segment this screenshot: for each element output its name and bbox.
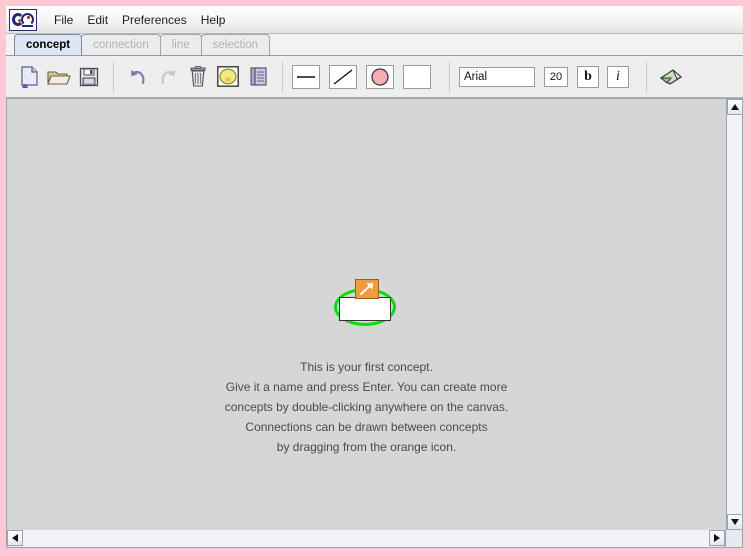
menu-item-preferences[interactable]: Preferences — [115, 10, 194, 30]
font-family-input[interactable]: Arial — [459, 67, 535, 87]
hint-line-4: Connections can be drawn between concept… — [7, 417, 726, 437]
first-concept-node[interactable] — [334, 277, 400, 329]
horizontal-scrollbar[interactable] — [6, 530, 726, 548]
toolbar-file-group — [14, 56, 104, 97]
scroll-down-arrow-icon[interactable] — [727, 514, 743, 530]
app-logo-icon — [9, 9, 37, 31]
tab-bar: concept connection line selection — [6, 34, 743, 56]
notes-icon[interactable] — [243, 62, 273, 92]
toolbar-separator-4 — [646, 62, 647, 92]
new-document-icon[interactable] — [14, 62, 44, 92]
redo-icon[interactable] — [153, 62, 183, 92]
bold-button[interactable]: b — [577, 66, 599, 88]
drag-connection-arrow-icon[interactable] — [355, 279, 379, 299]
pen-arrow-icon[interactable] — [656, 62, 686, 92]
toolbar-separator-3 — [449, 62, 450, 92]
palette-icon[interactable] — [213, 62, 243, 92]
toolbar-pen-group — [656, 56, 686, 97]
horizontal-scroll-track[interactable] — [23, 530, 709, 547]
toolbar-shape-group — [292, 56, 440, 97]
concept-body-rect — [339, 297, 391, 321]
italic-button[interactable]: i — [607, 66, 629, 88]
fill-color-icon[interactable] — [366, 65, 394, 89]
undo-icon[interactable] — [123, 62, 153, 92]
menu-item-file[interactable]: File — [47, 10, 80, 30]
window-content: File Edit Preferences Help concept conne… — [6, 6, 743, 548]
scroll-up-arrow-icon[interactable] — [727, 99, 743, 115]
application-window: File Edit Preferences Help concept conne… — [0, 0, 751, 556]
tab-concept[interactable]: concept — [14, 34, 82, 55]
menu-item-help[interactable]: Help — [194, 10, 233, 30]
horizontal-line-icon[interactable] — [292, 65, 320, 89]
open-folder-icon[interactable] — [44, 62, 74, 92]
diagram-canvas[interactable]: This is your first concept. Give it a na… — [6, 98, 726, 530]
hint-line-1: This is your first concept. — [7, 357, 726, 377]
hint-line-3: concepts by double-clicking anywhere on … — [7, 397, 726, 417]
horizontal-scrollbar-row — [6, 530, 743, 548]
tab-line[interactable]: line — [160, 34, 202, 55]
canvas-hint-text: This is your first concept. Give it a na… — [7, 357, 726, 457]
tab-connection[interactable]: connection — [81, 34, 161, 55]
toolbar-font-group: Arial 20 b i — [459, 56, 637, 97]
vertical-scroll-track[interactable] — [727, 115, 742, 514]
toolbar-separator-1 — [113, 62, 114, 92]
toolbar-edit-group — [123, 56, 273, 97]
scroll-right-arrow-icon[interactable] — [709, 530, 725, 546]
outline-color-icon[interactable] — [403, 65, 431, 89]
trash-icon[interactable] — [183, 62, 213, 92]
scrollbar-corner — [726, 530, 743, 548]
hint-line-5: by dragging from the orange icon. — [7, 437, 726, 457]
canvas-region: This is your first concept. Give it a na… — [6, 98, 743, 530]
toolbar-separator-2 — [282, 62, 283, 92]
diagonal-line-icon[interactable] — [329, 65, 357, 89]
toolbar: Arial 20 b i — [6, 56, 743, 98]
save-floppy-icon[interactable] — [74, 62, 104, 92]
hint-line-2: Give it a name and press Enter. You can … — [7, 377, 726, 397]
tab-selection[interactable]: selection — [201, 34, 270, 55]
menu-item-edit[interactable]: Edit — [80, 10, 115, 30]
font-size-input[interactable]: 20 — [544, 67, 568, 87]
menu-bar: File Edit Preferences Help — [6, 6, 743, 34]
vertical-scrollbar[interactable] — [726, 98, 743, 530]
scroll-left-arrow-icon[interactable] — [7, 530, 23, 546]
